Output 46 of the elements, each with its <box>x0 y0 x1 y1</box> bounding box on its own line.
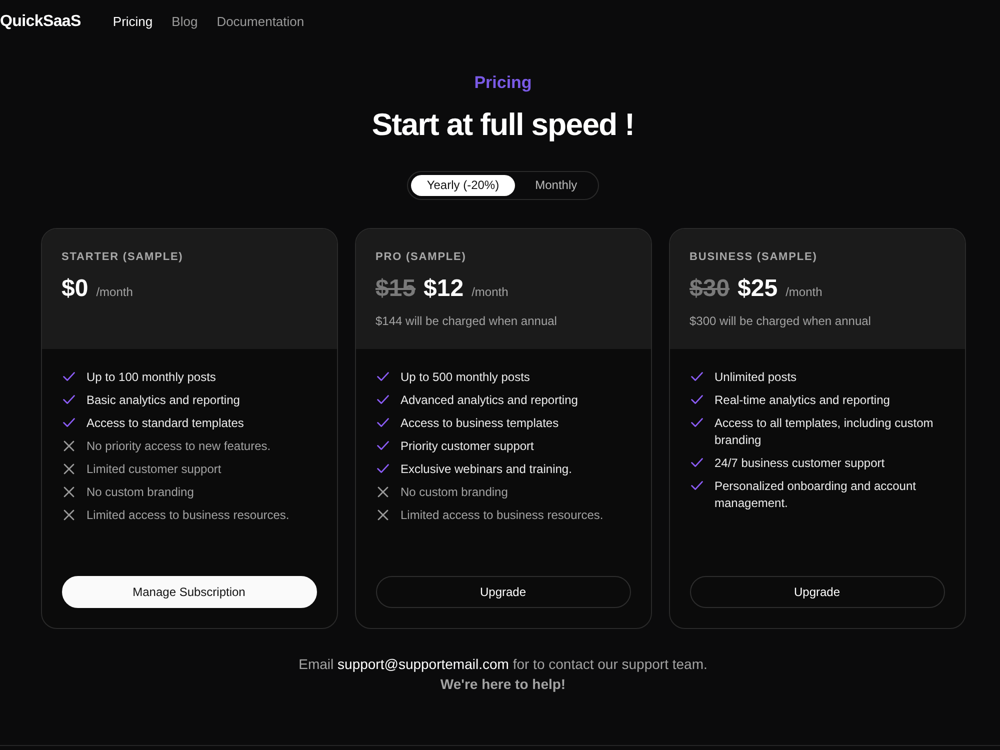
feature-text: Unlimited posts <box>714 369 797 386</box>
price: $0 <box>62 274 88 304</box>
feature-text: No custom branding <box>400 484 508 501</box>
upgrade-button[interactable]: Upgrade <box>376 576 630 608</box>
feature-text: Up to 500 monthly posts <box>400 369 530 386</box>
nav-link[interactable]: Documentation <box>216 12 304 32</box>
plan-name: PRO (SAMPLE) <box>376 250 468 264</box>
feature-text: No priority access to new features. <box>86 438 271 455</box>
billing-option[interactable]: Monthly <box>517 175 596 196</box>
price: $25 <box>738 274 778 304</box>
upgrade-button[interactable]: Upgrade <box>690 576 944 608</box>
billing-option[interactable]: Yearly (-20%) <box>410 175 516 196</box>
feature-text: 24/7 business customer support <box>714 455 885 472</box>
manage-subscription-button[interactable]: Manage Subscription <box>62 576 316 608</box>
plan-name: STARTER (SAMPLE) <box>62 250 184 264</box>
nav-link[interactable]: Blog <box>172 12 198 32</box>
billing-note: $144 will be charged when annual <box>376 313 558 329</box>
price-period: /month <box>786 284 822 301</box>
feature-text: Access to business templates <box>400 415 559 432</box>
old-price: $30 <box>690 274 730 304</box>
feature-text: Priority customer support <box>400 438 534 455</box>
feature-text: Limited customer support <box>86 461 222 478</box>
section-label: Pricing <box>474 72 532 94</box>
price-period: /month <box>96 284 133 301</box>
feature-text: No custom branding <box>86 484 194 501</box>
price: $12 <box>424 274 464 304</box>
feature-text: Basic analytics and reporting <box>86 392 240 409</box>
plan-name: BUSINESS (SAMPLE) <box>690 250 818 264</box>
feature-text: Personalized onboarding and account management. <box>714 478 917 512</box>
feature-text: Real-time analytics and reporting <box>714 392 890 409</box>
feature-text: Advanced analytics and reporting <box>400 392 578 409</box>
nav-link[interactable]: Pricing <box>112 12 153 32</box>
tagline-text: We're here to help! <box>440 675 566 694</box>
price-period: /month <box>472 284 508 301</box>
feature-text: Limited access to business resources. <box>400 507 604 524</box>
feature-text: Up to 100 monthly posts <box>86 369 216 386</box>
email-link[interactable]: support@supportemail.com <box>338 656 509 672</box>
billing-note: $300 will be charged when annual <box>690 313 872 329</box>
feature-text: Exclusive webinars and training. <box>400 461 572 478</box>
feature-text: Access to standard templates <box>86 415 244 432</box>
feature-text: Limited access to business resources. <box>86 507 290 524</box>
page-title: Start at full speed ! <box>372 106 634 144</box>
logo-text[interactable]: QuickSaaS <box>0 10 81 34</box>
contact-text: Email support@supportemail.com for to contact our support team. <box>298 655 708 674</box>
feature-text: Access to all templates, including custom branding <box>714 415 934 449</box>
old-price: $15 <box>376 274 416 304</box>
